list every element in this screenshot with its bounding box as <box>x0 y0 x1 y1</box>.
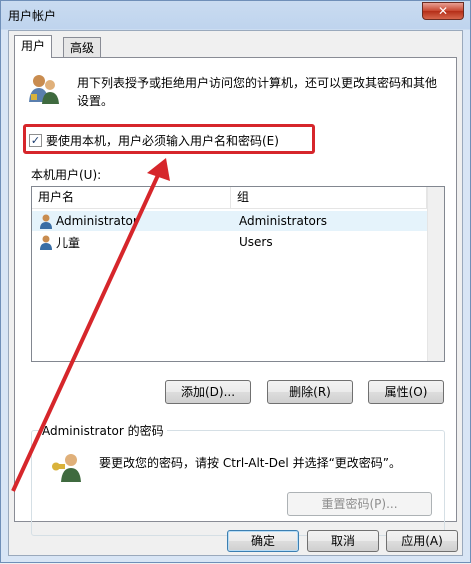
row-username: 儿童 <box>56 235 81 250</box>
remove-user-button[interactable]: 删除(R) <box>267 380 353 404</box>
local-users-label: 本机用户(U): <box>31 168 102 182</box>
require-password-checkbox[interactable]: ✓ <box>29 133 42 147</box>
row-group: Administrators <box>239 214 328 228</box>
tab-users[interactable]: 用户 <box>14 35 53 58</box>
password-groupbox <box>31 430 445 536</box>
local-users-list[interactable]: 用户名 组 Administrator Administrators 儿童 Us… <box>31 186 445 362</box>
apply-button[interactable]: 应用(A) <box>386 530 458 552</box>
dialog-client-area: 用户 高级 用下列表授予或拒绝用户访问您的计算机，还可以更改其密码和其他设置。 … <box>8 30 463 556</box>
user-icon <box>40 214 52 229</box>
tab-advanced[interactable]: 高级 <box>63 37 102 59</box>
tab-users-label: 用户 <box>21 39 46 53</box>
list-scrollbar[interactable] <box>427 187 444 361</box>
require-password-label: 要使用本机，用户必须输入用户名和密码(E) <box>46 133 279 148</box>
table-row[interactable]: Administrator Administrators <box>32 211 427 231</box>
window-title: 用户帐户 <box>8 9 57 23</box>
list-header: 用户名 组 <box>32 187 444 209</box>
users-icon <box>29 75 59 104</box>
row-group: Users <box>239 235 273 249</box>
check-icon: ✓ <box>30 133 41 147</box>
user-accounts-window: 用户帐户 ✕ 用户 高级 用下列表授予或拒绝用户访问您的计算机，还可以更改其密码… <box>0 0 471 563</box>
add-user-button[interactable]: 添加(D)... <box>165 380 251 404</box>
password-group-title: Administrator 的密码 <box>39 422 167 439</box>
require-password-row[interactable]: ✓ 要使用本机，用户必须输入用户名和密码(E) <box>29 130 279 150</box>
reset-password-button[interactable]: 重置密码(P)... <box>287 492 432 516</box>
ok-button[interactable]: 确定 <box>227 530 299 552</box>
close-button[interactable]: ✕ <box>422 2 464 20</box>
properties-button[interactable]: 属性(O) <box>368 380 444 404</box>
user-icon <box>40 235 52 250</box>
title-bar[interactable]: 用户帐户 ✕ <box>1 1 470 29</box>
intro-text: 用下列表授予或拒绝用户访问您的计算机，还可以更改其密码和其他设置。 <box>77 76 438 108</box>
close-icon: ✕ <box>437 4 449 18</box>
tab-advanced-label: 高级 <box>70 41 95 55</box>
cancel-button[interactable]: 取消 <box>307 530 379 552</box>
users-tab-panel: 用下列表授予或拒绝用户访问您的计算机，还可以更改其密码和其他设置。 ✓ 要使用本… <box>14 57 457 536</box>
password-instruction: 要更改您的密码，请按 Ctrl-Alt-Del 并选择“更改密码”。 <box>99 456 402 470</box>
column-header-group[interactable]: 组 <box>231 187 427 209</box>
table-row[interactable]: 儿童 Users <box>32 232 427 252</box>
user-key-icon <box>52 454 81 482</box>
column-header-username[interactable]: 用户名 <box>32 187 231 209</box>
row-username: Administrator <box>56 214 138 228</box>
